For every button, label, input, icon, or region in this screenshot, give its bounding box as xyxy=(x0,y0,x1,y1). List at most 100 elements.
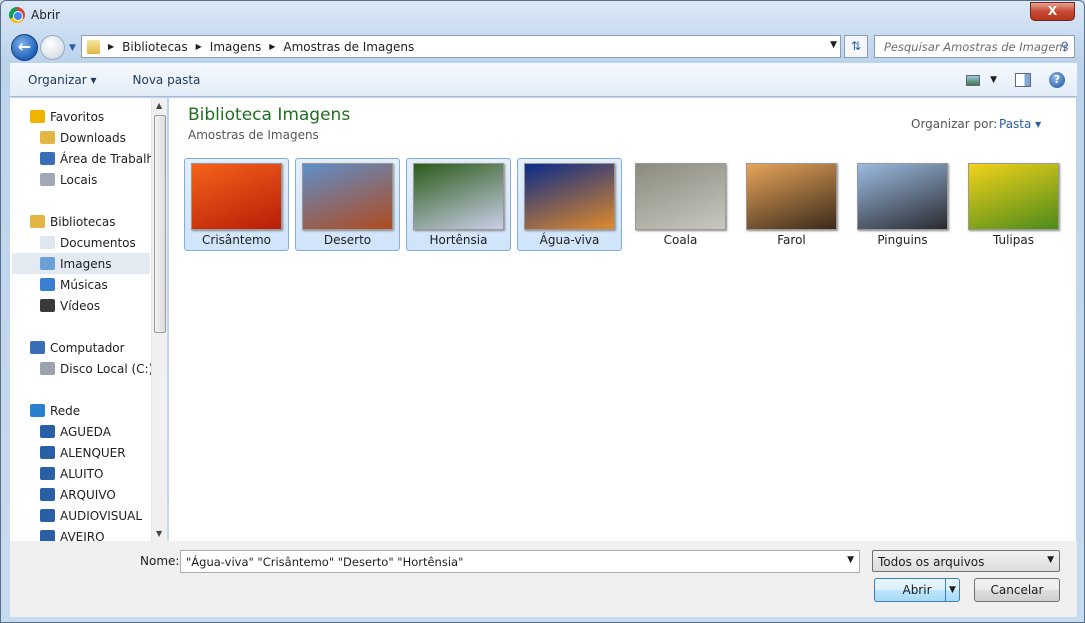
sidebar-item-label: Computador xyxy=(50,340,125,355)
toolbar: Organizar ▾ Nova pasta ▼ ? xyxy=(10,63,1077,97)
open-split-dropdown[interactable]: ▼ xyxy=(945,579,959,601)
sidebar-item-label: AVEIRO xyxy=(60,529,105,542)
file-item[interactable]: Farol xyxy=(739,158,844,251)
file-item[interactable]: Água-viva xyxy=(517,158,622,251)
image-thumbnail xyxy=(191,163,282,230)
sidebar-item[interactable]: AUDIOVISUAL xyxy=(40,505,142,526)
chevron-right-icon[interactable]: ▶ xyxy=(269,42,275,51)
view-dropdown-icon[interactable]: ▼ xyxy=(990,75,997,85)
file-type-value: Todos os arquivos xyxy=(878,555,985,569)
image-thumbnail xyxy=(524,163,615,230)
sidebar-item[interactable]: Músicas xyxy=(40,274,108,295)
recent-places-icon xyxy=(40,173,55,186)
image-thumbnail xyxy=(413,163,504,230)
new-folder-button[interactable]: Nova pasta xyxy=(115,73,219,87)
sidebar-item[interactable]: Vídeos xyxy=(40,295,100,316)
drive-icon xyxy=(40,362,55,375)
arrange-by-dropdown[interactable]: Pasta ▾ xyxy=(999,117,1041,131)
file-item[interactable]: Pinguins xyxy=(850,158,955,251)
sidebar-item[interactable]: Locais xyxy=(40,169,97,190)
sidebar-item[interactable]: Documentos xyxy=(40,232,136,253)
sidebar-item[interactable]: ARQUIVO xyxy=(40,484,116,505)
network-computer-icon xyxy=(40,488,55,501)
file-name-label: Nome: xyxy=(140,554,180,568)
breadcrumb-imagens[interactable]: Imagens xyxy=(210,40,261,54)
sidebar-item-label: Locais xyxy=(60,172,98,187)
file-type-select[interactable]: Todos os arquivos ▼ xyxy=(872,550,1060,572)
libraries-icon xyxy=(30,215,45,228)
chevron-down-icon: ▼ xyxy=(1047,555,1054,565)
file-name: Deserto xyxy=(323,233,372,247)
breadcrumb-amostras[interactable]: Amostras de Imagens xyxy=(283,40,414,54)
network-computer-icon xyxy=(40,425,55,438)
sidebar-item[interactable]: ALENQUER xyxy=(40,442,126,463)
cancel-button[interactable]: Cancelar xyxy=(974,578,1060,602)
help-icon[interactable]: ? xyxy=(1049,72,1065,88)
sidebar-item-label: AGUEDA xyxy=(60,424,111,439)
preview-pane-icon[interactable] xyxy=(1015,73,1031,87)
sidebar-item-label: ALENQUER xyxy=(60,445,126,460)
file-item[interactable]: Deserto xyxy=(295,158,400,251)
forward-button[interactable] xyxy=(40,35,65,60)
refresh-button[interactable]: ⇅ xyxy=(844,35,868,58)
address-dropdown-icon[interactable]: ▼ xyxy=(830,40,837,50)
file-name: Crisântemo xyxy=(202,233,271,247)
change-view-icon[interactable] xyxy=(966,74,981,86)
chevron-right-icon[interactable]: ▶ xyxy=(196,42,202,51)
breadcrumb-bibliotecas[interactable]: Bibliotecas xyxy=(122,40,187,54)
address-bar[interactable]: ▶ Bibliotecas ▶ Imagens ▶ Amostras de Image… xyxy=(81,35,841,58)
scrollbar-thumb[interactable] xyxy=(154,115,166,333)
sidebar-item[interactable]: Rede xyxy=(30,400,80,421)
sidebar-item-label: Rede xyxy=(50,403,81,418)
image-thumbnail xyxy=(302,163,393,230)
library-title: Biblioteca Imagens xyxy=(188,105,351,125)
file-name: Água-viva xyxy=(539,233,600,247)
file-item[interactable]: Crisântemo xyxy=(184,158,289,251)
scroll-up-arrow[interactable]: ▲ xyxy=(156,101,162,110)
sidebar-item[interactable]: Computador xyxy=(30,337,125,358)
recent-pages-dropdown[interactable]: ▼ xyxy=(69,43,76,53)
network-computer-icon xyxy=(40,467,55,480)
arrange-by-label: Organizar por: xyxy=(911,117,998,131)
folder-icon xyxy=(87,39,100,54)
sidebar-item-label: ARQUIVO xyxy=(60,487,116,502)
sidebar-item[interactable]: AGUEDA xyxy=(40,421,111,442)
sidebar-item[interactable]: ALUITO xyxy=(40,463,103,484)
file-name-dropdown-icon[interactable]: ▼ xyxy=(847,555,854,565)
chrome-icon xyxy=(9,7,25,23)
title-bar: Abrir xyxy=(9,7,60,23)
sidebar-item-label: AUDIOVISUAL xyxy=(60,508,143,523)
sidebar-item-label: Imagens xyxy=(60,256,112,271)
file-view: Biblioteca Imagens Amostras de Imagens O… xyxy=(169,98,1076,541)
file-item[interactable]: Tulipas xyxy=(961,158,1066,251)
sidebar-item[interactable]: Favoritos xyxy=(30,106,104,127)
library-subtitle: Amostras de Imagens xyxy=(188,128,319,142)
network-computer-icon xyxy=(40,446,55,459)
sidebar-item[interactable]: Imagens xyxy=(12,253,150,274)
search-input[interactable]: Pesquisar Amostras de Imagens ⚲ xyxy=(874,35,1075,58)
organize-button[interactable]: Organizar ▾ xyxy=(10,73,115,87)
image-thumbnail xyxy=(857,163,948,230)
navigation-scrollbar[interactable]: ▲ ▼ xyxy=(151,98,167,541)
file-name: Coala xyxy=(663,233,698,247)
sidebar-item-label: Downloads xyxy=(60,130,126,145)
network-computer-icon xyxy=(40,530,55,541)
back-button[interactable]: ← xyxy=(11,34,38,61)
file-name: Tulipas xyxy=(992,233,1034,247)
sidebar-item[interactable]: AVEIRO xyxy=(40,526,105,541)
sidebar-item-label: Área de Trabalho xyxy=(60,151,162,166)
file-item[interactable]: Hortênsia xyxy=(406,158,511,251)
sidebar-item[interactable]: Disco Local (C:) xyxy=(40,358,153,379)
sidebar-item[interactable]: Bibliotecas xyxy=(30,211,115,232)
chevron-right-icon[interactable]: ▶ xyxy=(108,42,114,51)
file-item[interactable]: Coala xyxy=(628,158,733,251)
sidebar-item[interactable]: Downloads xyxy=(40,127,126,148)
sidebar-item[interactable]: Área de Trabalho xyxy=(40,148,161,169)
file-name-value: "Água-viva" "Crisântemo" "Deserto" "Hort… xyxy=(186,555,464,569)
file-name-input[interactable]: "Água-viva" "Crisântemo" "Deserto" "Hort… xyxy=(180,550,860,573)
downloads-folder-icon xyxy=(40,131,55,144)
close-button[interactable]: X xyxy=(1030,2,1075,21)
search-icon[interactable]: ⚲ xyxy=(1061,39,1069,53)
scroll-down-arrow[interactable]: ▼ xyxy=(156,529,162,538)
open-button[interactable]: Abrir ▼ xyxy=(874,578,960,602)
